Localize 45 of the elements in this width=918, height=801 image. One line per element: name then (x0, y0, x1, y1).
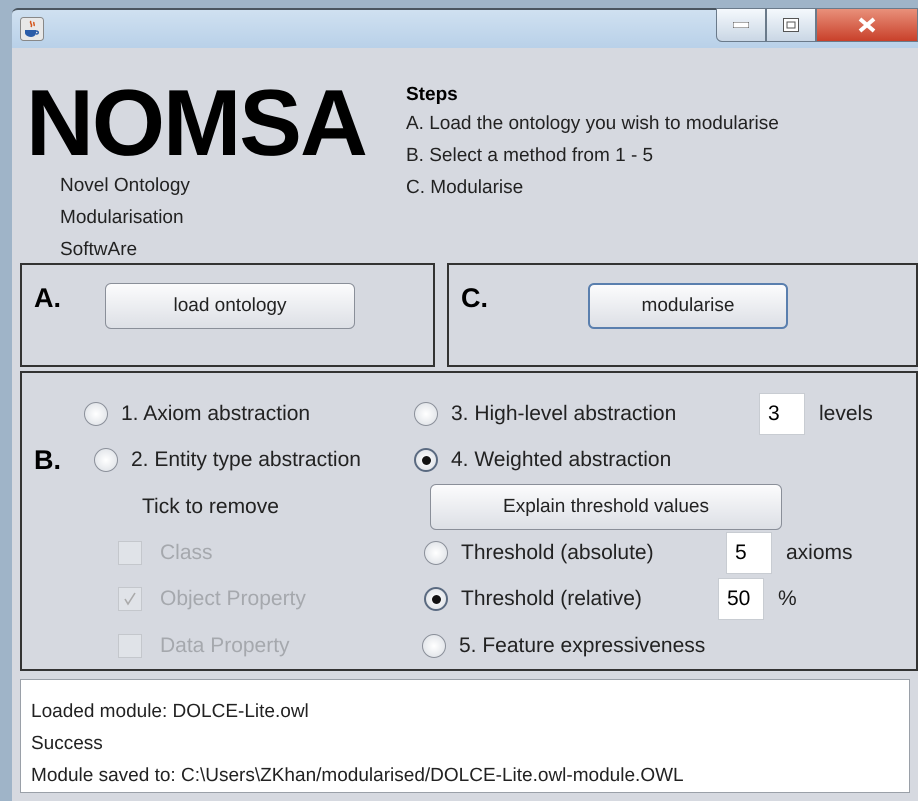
option-label: Threshold (relative) (461, 587, 643, 612)
levels-field[interactable]: 3 (759, 393, 805, 436)
load-ontology-button[interactable]: load ontology (105, 283, 355, 329)
threshold-field[interactable]: 50 (718, 578, 764, 620)
minimize-button[interactable] (716, 8, 766, 42)
unit-label: levels (819, 402, 873, 426)
log-line: Loaded module: DOLCE-Lite.owl (31, 700, 310, 724)
radio-button[interactable] (414, 448, 438, 472)
unit-label: axioms (786, 541, 853, 566)
minimize-icon (733, 22, 749, 28)
section-label: C. (461, 283, 488, 314)
app-subtitle: SoftwAre (59, 238, 138, 262)
step-text: B. Select a method from 1 - 5 (406, 144, 654, 168)
coffee-cup-icon (20, 17, 44, 41)
explain-thresholds-button[interactable]: Explain threshold values (430, 484, 782, 530)
step-text: A. Load the ontology you wish to modularise (406, 112, 779, 136)
radio-button[interactable] (424, 541, 448, 566)
radio-button[interactable] (422, 634, 446, 658)
option-label: 4. Weighted abstraction (451, 448, 672, 472)
app-subtitle: Modularisation (59, 206, 185, 230)
app-subtitle: Novel Ontology (59, 174, 191, 198)
step-text: C. Modularise (406, 176, 524, 200)
app-logo-title: NOMSA (26, 76, 367, 170)
radio-button[interactable] (414, 402, 438, 426)
maximize-button[interactable] (766, 8, 816, 42)
option-label: 3. High-level abstraction (451, 402, 678, 426)
radio-button[interactable] (84, 402, 108, 426)
radio-button[interactable] (424, 587, 448, 612)
section-label: A. (34, 283, 61, 314)
log-line: Success (31, 732, 104, 756)
option-label: 2. Entity type abstraction (131, 448, 361, 472)
close-button[interactable] (816, 8, 918, 42)
option-label: Threshold (absolute) (461, 541, 655, 566)
log-line: Module saved to: C:\Users\ZKhan/modularised/DOLCE-Lite.owl-module.OWL (31, 764, 685, 788)
maximize-icon (783, 18, 799, 32)
section-label: B. (33, 444, 62, 476)
option-label: 1. Axiom abstraction (121, 402, 310, 426)
option-label: 5. Feature expressiveness (459, 634, 706, 658)
radio-button[interactable] (94, 448, 118, 472)
threshold-field[interactable]: 5 (726, 532, 772, 574)
steps-heading: Steps (406, 83, 459, 107)
modularise-button[interactable]: modularise (588, 283, 788, 329)
tick-hint: Tick to remove (142, 494, 279, 519)
close-icon (858, 17, 876, 33)
unit-label: % (778, 587, 797, 612)
